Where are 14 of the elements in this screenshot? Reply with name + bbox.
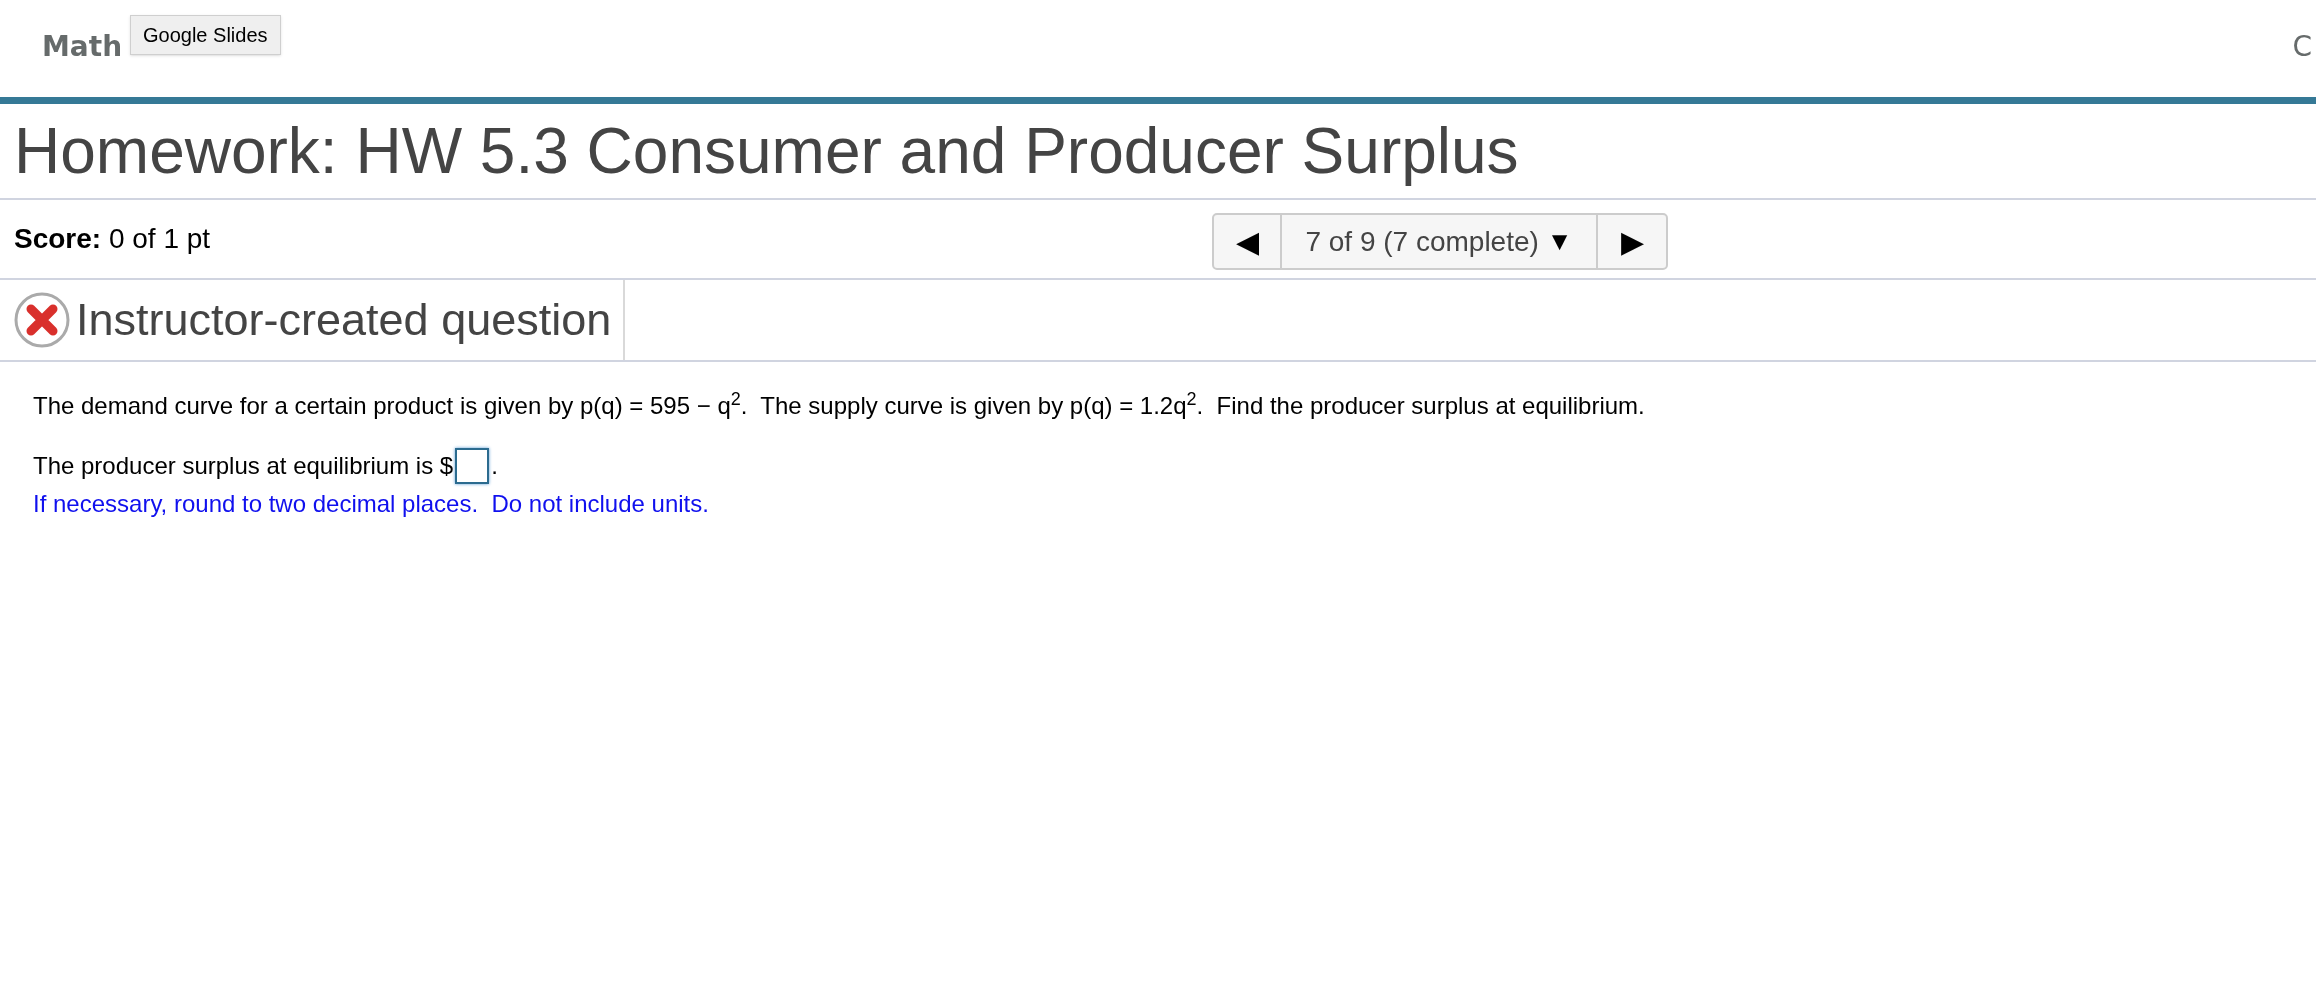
next-button[interactable]: ▶ [1598, 215, 1666, 268]
hint-text: If necessary, round to two decimal places. Do not include units. [33, 489, 710, 519]
answer-field[interactable] [455, 448, 490, 484]
question-dropdown[interactable]: 7 of 9 (7 complete) ▼ [1282, 215, 1598, 268]
tooltip: Google Slides [130, 15, 281, 55]
previous-button[interactable]: ◀ [1214, 215, 1282, 268]
question-text: The demand curve for a certain product is given by p(q) = 595 − q$^{2}$. The supply curve is given by p(q) = 1.2q$^{2}$. Find the producer surplus at equilibrium. [33, 388, 1646, 421]
period-text: . [491, 451, 498, 481]
answer-label: The producer surplus at equilibrium is $ [33, 451, 454, 481]
question-heading: Instructor-created question [76, 293, 612, 348]
page-title: Homework: HW 5.3 Consumer and Producer Surplus [14, 114, 1519, 189]
header-link[interactable]: C [2292, 25, 2312, 68]
course-title[interactable]: Math [42, 25, 123, 68]
score-text: Score: 0 of 1 pt [14, 222, 211, 256]
